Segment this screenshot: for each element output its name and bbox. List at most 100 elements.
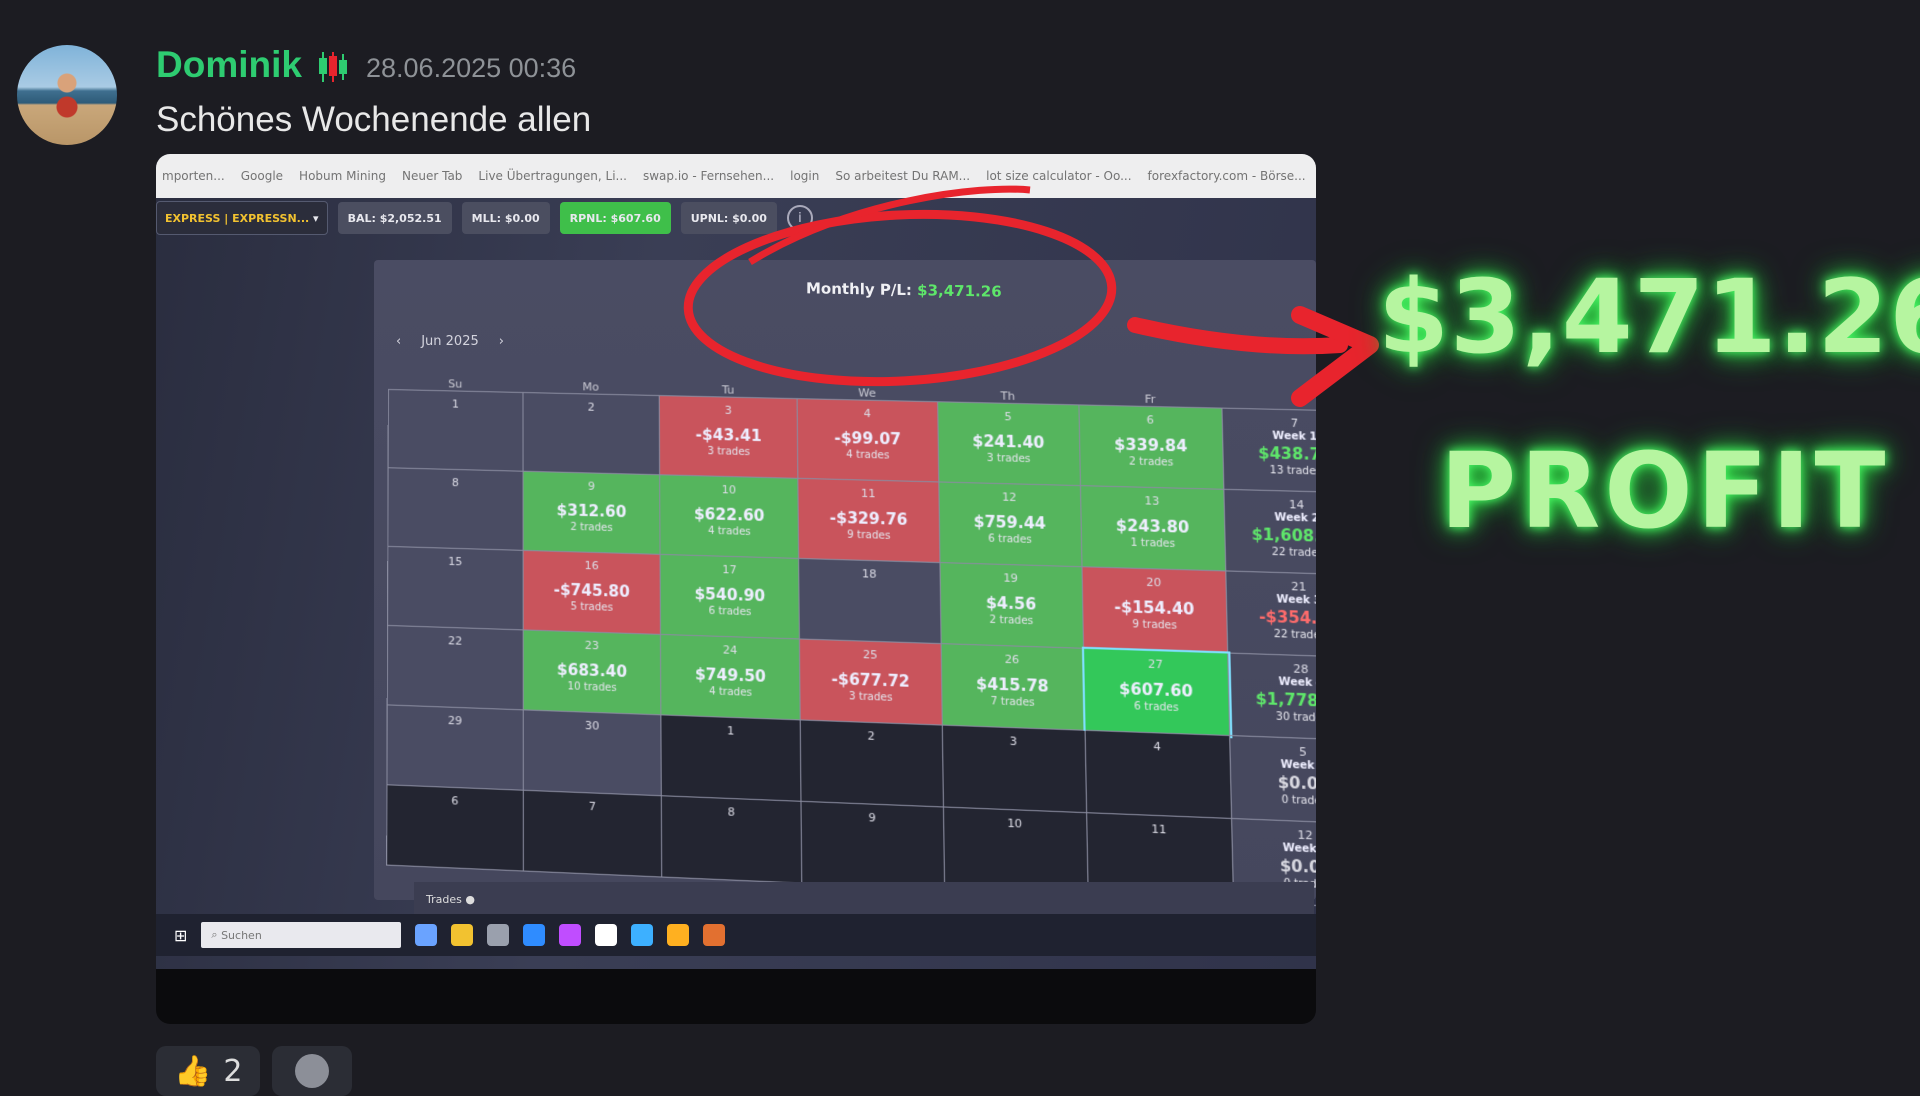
taskbar-app-icon[interactable] [667,924,689,946]
day-cell[interactable]: 12 $759.44 6 trades [939,482,1082,567]
taskbar-app-icon[interactable] [703,924,725,946]
day-cell[interactable]: 6 $339.84 2 trades [1079,405,1224,489]
day-cell[interactable]: 24 $749.50 4 trades [661,635,801,721]
photographed-screen: mporten... Google Hobum Mining Neuer Tab Liv… [156,154,1316,969]
info-icon[interactable]: i [787,205,813,231]
bookmark-item[interactable]: login [790,169,819,183]
day-number: 20 [1082,574,1225,592]
week-summary-cell[interactable]: 7 Week 1 $438.76 13 trades [1222,409,1316,494]
day-number: 9 [802,808,943,827]
day-number: 8 [389,474,523,491]
day-number: 5 [1230,742,1316,761]
day-cell[interactable]: 9 [802,802,945,890]
trade-count: 0 trades [1281,794,1316,808]
day-cell[interactable]: 25 -$677.72 3 trades [800,640,942,726]
month-navigator: ‹ Jun 2025 › [396,334,504,349]
taskbar-app-icon[interactable] [415,924,437,946]
day-cell[interactable]: 3 [942,726,1087,814]
day-cell[interactable]: 4 [1085,731,1232,819]
day-cell[interactable]: 6 [387,785,524,871]
day-cell[interactable]: 7 [524,791,663,878]
day-number: 25 [800,646,940,664]
day-cell[interactable]: 23 $683.40 10 trades [524,630,662,715]
bookmark-item[interactable]: forexfactory.com - Börse... [1148,169,1306,183]
monthly-pl: Monthly P/L: $3,471.26 [806,279,1002,300]
day-cell[interactable]: 19 $4.56 2 trades [940,563,1084,649]
taskbar-app-icon[interactable] [559,924,581,946]
next-month-icon[interactable]: › [499,334,504,349]
prev-month-icon[interactable]: ‹ [396,334,401,349]
week-summary-cell[interactable]: 28Week 4$1,778.5630 trades [1228,654,1316,742]
bookmark-item[interactable]: swap.io - Fernsehen... [643,169,774,183]
trade-count: 9 trades [847,529,890,542]
day-cell[interactable]: 5 $241.40 3 trades [938,402,1081,486]
day-cell[interactable]: 1 [662,715,802,801]
day-cell[interactable]: 20 -$154.40 9 trades [1082,567,1228,653]
day-cell[interactable]: 8 [662,796,803,883]
taskbar-app-icon[interactable] [523,924,545,946]
day-cell[interactable]: 1 [389,390,524,472]
bookmark-item[interactable]: Live Übertragungen, Li... [478,169,627,183]
week-summary-cell[interactable]: 5Week 5$0.000 trades [1230,736,1316,825]
profit-word: PROFIT [1440,430,1889,552]
day-cell[interactable]: 26 $415.78 7 trades [941,644,1085,731]
taskbar-app-icon[interactable] [595,924,617,946]
account-name: EXPRESS | EXPRESSN... [165,212,309,225]
day-cell[interactable]: 4 -$99.07 4 trades [798,399,939,482]
image-attachment[interactable]: mporten... Google Hobum Mining Neuer Tab Liv… [156,154,1316,1024]
day-cell[interactable]: 17 $540.90 6 trades [661,555,801,640]
day-number: 27 [1084,655,1228,673]
day-cell[interactable]: 29 [387,705,523,790]
taskbar-app-icon[interactable] [451,924,473,946]
day-cell[interactable]: 27 $607.60 6 trades [1084,649,1230,736]
reactions-bar: 👍 2 [156,1046,352,1096]
day-cell[interactable]: 18 [800,559,942,644]
reaction-thumbs-up[interactable]: 👍 2 [156,1046,260,1096]
week-label: Week 2 [1274,512,1316,525]
day-number: 13 [1081,492,1224,509]
calendar-grid: Su Mo Tu We Th Fr 1 2 3 -$43.41 3 trades 4 -$99.07 4… [386,359,1316,942]
trades-section[interactable]: Trades ● [414,882,1314,916]
day-cell[interactable]: 3 -$43.41 3 trades [660,396,799,479]
upnl-badge: UPNL: $0.00 [681,202,777,234]
pl-amount: $438.76 [1258,443,1316,464]
day-cell[interactable]: 9 $312.60 2 trades [524,472,661,555]
day-cell[interactable]: 30 [524,710,662,796]
day-cell[interactable]: 8 [388,468,523,551]
pl-amount: -$154.40 [1114,597,1194,618]
bookmark-item[interactable]: Google [241,169,283,183]
taskbar-search[interactable]: ⌕ Suchen [201,922,401,948]
message-author[interactable]: Dominik [156,44,302,86]
day-cell[interactable]: 13 $243.80 1 trades [1081,486,1226,571]
week-summary-cell[interactable]: 14 Week 2 $1,608.68 22 trades [1224,490,1316,576]
day-number: 6 [1079,412,1221,429]
add-reaction-button[interactable] [272,1046,352,1096]
day-cell[interactable]: 2 [801,720,943,807]
bookmark-item[interactable]: mporten... [162,169,225,183]
bookmark-item[interactable]: So arbeitest Du RAM... [835,169,970,183]
day-cell[interactable]: 11 -$329.76 9 trades [799,479,940,563]
day-cell[interactable]: 10 $622.60 4 trades [660,475,799,559]
trade-count: 6 trades [708,606,751,619]
week-label: Week 3 [1276,593,1316,606]
pl-amount: $312.60 [557,501,627,521]
day-cell[interactable]: 22 [388,626,524,710]
bookmark-item[interactable]: Neuer Tab [402,169,462,183]
week-summary-cell[interactable]: 21 Week 3 -$354.74 22 trades [1226,571,1316,658]
day-number: 2 [524,399,659,415]
day-number: 7 [524,797,661,816]
windows-start-icon[interactable]: ⊞ [174,926,187,945]
bookmark-item[interactable]: lot size calculator - Oo... [986,169,1131,183]
day-cell[interactable]: 15 [388,547,524,631]
taskbar-app-icon[interactable] [631,924,653,946]
day-cell[interactable]: 2 [524,393,661,475]
trade-count: 13 trades [1270,464,1316,477]
avatar[interactable] [17,45,117,145]
pl-amount: -$677.72 [831,670,910,691]
week-label: Week 1 [1272,430,1316,443]
day-cell[interactable]: 16 -$745.80 5 trades [524,551,661,635]
pl-amount: -$354.74 [1259,607,1316,629]
taskbar-app-icon[interactable] [487,924,509,946]
account-selector[interactable]: EXPRESS | EXPRESSN... ▾ [156,201,328,235]
bookmark-item[interactable]: Hobum Mining [299,169,386,183]
